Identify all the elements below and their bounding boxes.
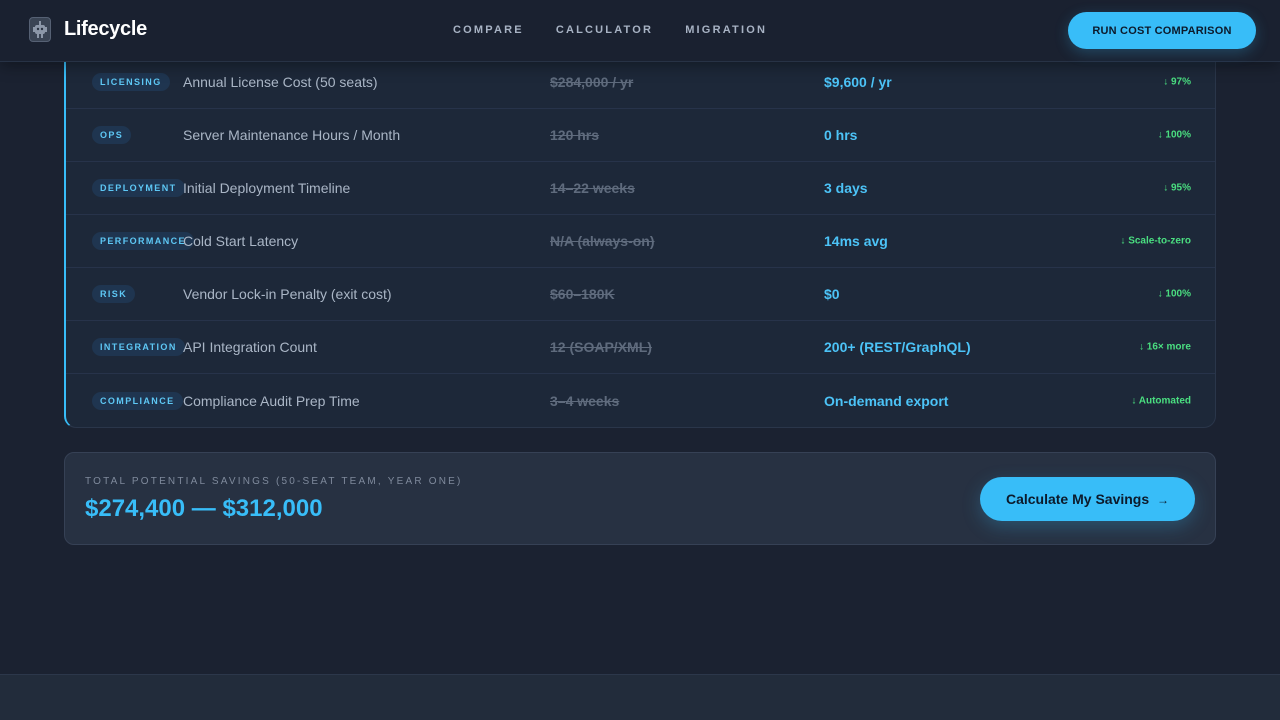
metric-label: Initial Deployment Timeline (183, 180, 351, 196)
footer (0, 674, 1280, 720)
comparison-table: LICENSING Annual License Cost (50 seats)… (64, 40, 1216, 428)
calculate-savings-label: Calculate My Savings (1005, 491, 1150, 507)
table-row: INTEGRATION API Integration Count 12 (SO… (66, 321, 1215, 374)
run-cost-comparison-button[interactable]: RUN COST COMPARISON (1068, 12, 1256, 49)
brand-name: Lifecycle (64, 18, 147, 40)
table-row: LICENSING Annual License Cost (50 seats)… (66, 56, 1215, 109)
metric-label: Cold Start Latency (183, 233, 299, 249)
table-row: RISK Vendor Lock-in Penalty (exit cost) … (66, 268, 1215, 321)
brand[interactable]: Lifecycle (29, 17, 147, 42)
delta-badge: ↓ 16× more (1139, 341, 1191, 353)
nav-link-migration[interactable]: MIGRATION (685, 24, 767, 36)
delta-badge: ↓ 100% (1157, 288, 1191, 300)
legacy-value: 3–4 weeks (550, 392, 620, 409)
delta-badge: ↓ 100% (1157, 129, 1191, 141)
metric-label: Annual License Cost (50 seats) (183, 74, 378, 90)
legacy-value: 120 hrs (550, 127, 600, 143)
metric-label: Server Maintenance Hours / Month (183, 127, 401, 143)
new-value: $9,600 / yr (824, 74, 892, 90)
top-navigation-bar: Lifecycle COMPARE CALCULATOR MIGRATION R… (0, 0, 1280, 62)
category-badge: PERFORMANCE (92, 232, 194, 250)
legacy-value: 12 (SOAP/XML) (550, 339, 652, 355)
nav-link-calculator[interactable]: CALCULATOR (556, 24, 653, 36)
delta-badge: ↓ 95% (1163, 182, 1191, 194)
category-badge: DEPLOYMENT (92, 179, 185, 197)
delta-badge: ↓ Automated (1131, 395, 1191, 406)
legacy-value: 14–22 weeks (550, 180, 635, 196)
table-row: DEPLOYMENT Initial Deployment Timeline 1… (66, 162, 1215, 215)
metric-label: API Integration Count (183, 339, 317, 355)
metric-label: Vendor Lock-in Penalty (exit cost) (183, 286, 392, 302)
category-badge: COMPLIANCE (92, 391, 183, 410)
metric-label: Compliance Audit Prep Time (183, 392, 360, 409)
category-badge: OPS (92, 126, 132, 144)
new-value: 200+ (REST/GraphQL) (824, 339, 971, 355)
new-value: On-demand export (824, 392, 949, 409)
savings-label: TOTAL POTENTIAL SAVINGS (50-SEAT TEAM, Y… (85, 476, 463, 487)
delta-badge: ↓ Scale-to-zero (1120, 235, 1191, 247)
table-row: PERFORMANCE Cold Start Latency N/A (alwa… (66, 215, 1215, 268)
new-value: 3 days (824, 180, 868, 196)
legacy-value: $60–180K (550, 286, 615, 302)
legacy-value: N/A (always-on) (550, 233, 655, 249)
calculate-savings-button[interactable]: Calculate My Savings → (980, 477, 1195, 521)
robot-icon (29, 17, 51, 42)
new-value: 14ms avg (824, 233, 888, 249)
nav-link-compare[interactable]: COMPARE (453, 24, 524, 36)
category-badge: RISK (92, 285, 136, 303)
table-row: OPS Server Maintenance Hours / Month 120… (66, 109, 1215, 162)
category-badge: INTEGRATION (92, 338, 185, 356)
savings-value: $274,400 — $312,000 (85, 495, 323, 522)
table-row: COMPLIANCE Compliance Audit Prep Time 3–… (66, 374, 1215, 427)
new-value: $0 (824, 286, 840, 302)
savings-summary-card: TOTAL POTENTIAL SAVINGS (50-SEAT TEAM, Y… (64, 452, 1216, 545)
main-nav: COMPARE CALCULATOR MIGRATION (453, 24, 799, 36)
delta-badge: ↓ 97% (1163, 76, 1191, 88)
category-badge: LICENSING (92, 73, 170, 91)
new-value: 0 hrs (824, 127, 858, 143)
arrow-right-icon: → (1157, 493, 1170, 507)
legacy-value: $284,000 / yr (550, 74, 634, 90)
